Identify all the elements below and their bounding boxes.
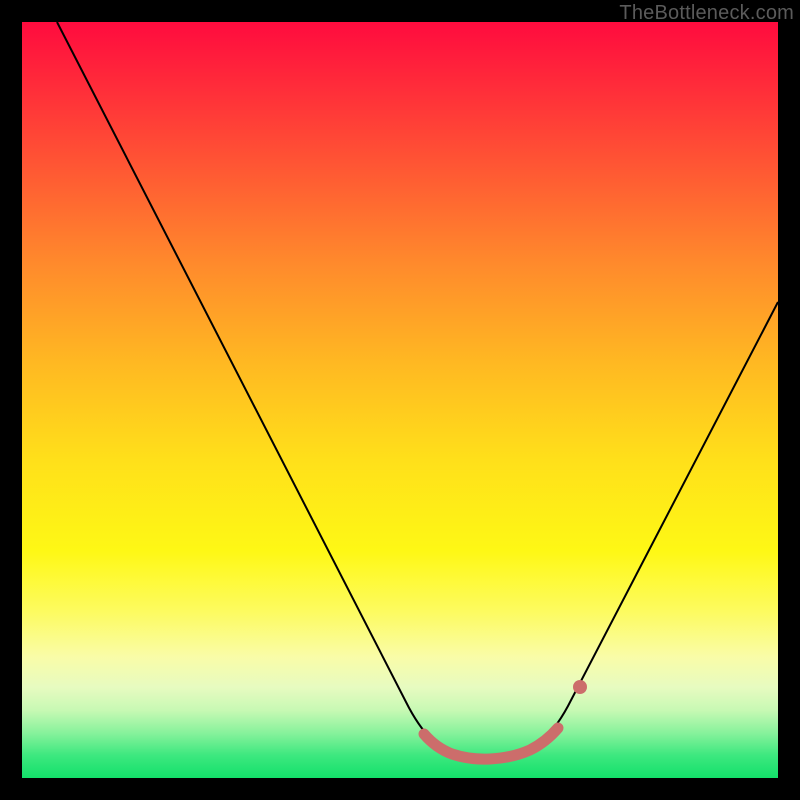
bottleneck-curve-line <box>57 22 778 758</box>
optimal-range-highlight <box>424 728 558 759</box>
watermark-text: TheBottleneck.com <box>619 2 794 25</box>
bottleneck-curve-svg <box>22 22 778 778</box>
chart-plot-area <box>22 22 778 778</box>
marker-dot <box>573 680 587 694</box>
